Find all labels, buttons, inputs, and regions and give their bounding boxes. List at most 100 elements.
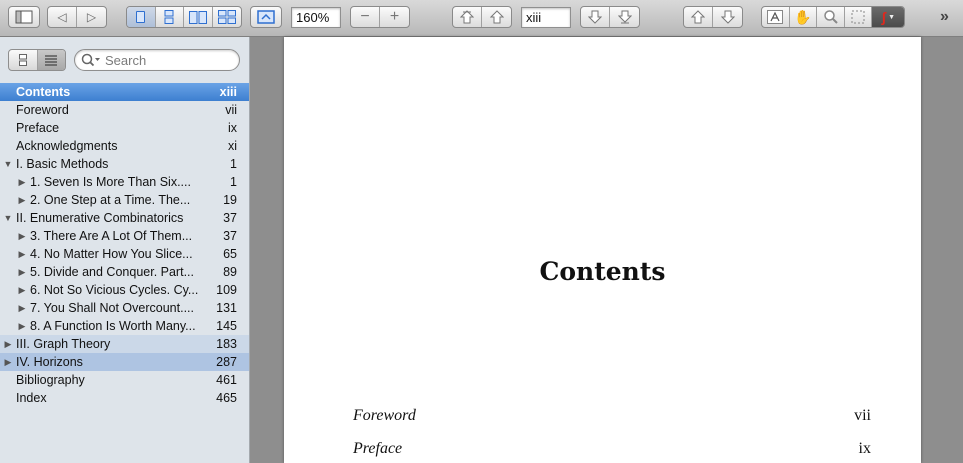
outline-item[interactable]: ▶ 3. There Are A Lot Of Them... 37 <box>0 227 249 245</box>
toc-entry[interactable]: Preface ix <box>353 440 871 462</box>
outline-item-label: 4. No Matter How You Slice... <box>30 247 193 261</box>
outline-item-label: Acknowledgments <box>16 139 118 153</box>
outline-item-page: 109 <box>216 283 237 297</box>
outline-item-label: 1. Seven Is More Than Six.... <box>30 175 191 189</box>
next-page-button[interactable] <box>581 7 611 27</box>
outline-view-button[interactable] <box>37 50 65 70</box>
zoom-segment: − + <box>350 6 410 28</box>
forward-button[interactable]: ▷ <box>77 7 106 27</box>
outline-item[interactable]: ▶ 8. A Function Is Worth Many... 145 <box>0 317 249 335</box>
outline-item[interactable]: ▼ II. Enumerative Combinatorics 37 <box>0 209 249 227</box>
single-page-icon <box>136 11 146 23</box>
sidebar-view-toggle <box>8 49 66 71</box>
disclosure-collapsed-icon[interactable]: ▶ <box>17 245 27 263</box>
disclosure-collapsed-icon[interactable]: ▶ <box>17 227 27 245</box>
outline-item[interactable]: ▶ 1. Seven Is More Than Six.... 1 <box>0 173 249 191</box>
outline-item[interactable]: ▶ 7. You Shall Not Overcount.... 131 <box>0 299 249 317</box>
search-input[interactable] <box>105 52 225 68</box>
pdf-page: Contents Foreword vii Preface ix <box>284 37 921 463</box>
toc-entry[interactable]: Foreword vii <box>353 407 871 429</box>
outline-item[interactable]: ▼ I. Basic Methods 1 <box>0 155 249 173</box>
page-back-segment <box>452 6 512 28</box>
outline-item[interactable]: ▶ 5. Divide and Conquer. Part... 89 <box>0 263 249 281</box>
scroll-tool-button[interactable]: ✋ <box>790 7 818 27</box>
text-tool-button[interactable] <box>762 7 790 27</box>
toc-entry-title: Preface <box>353 440 403 457</box>
plus-icon: + <box>389 8 400 25</box>
disclosure-collapsed-icon[interactable]: ▶ <box>17 173 27 191</box>
annotate-tool-button[interactable]: ʃ ▼ <box>872 7 904 27</box>
disclosure-collapsed-icon[interactable]: ▶ <box>17 281 27 299</box>
outline-item[interactable]: ▶ 6. Not So Vicious Cycles. Cy... 109 <box>0 281 249 299</box>
disclosure-collapsed-icon[interactable]: ▶ <box>17 263 27 281</box>
back-button[interactable]: ◁ <box>48 7 78 27</box>
text-select-icon <box>767 10 784 24</box>
outline-item[interactable]: ▶ IV. Horizons 287 <box>0 353 249 371</box>
outline-item-page: xiii <box>219 85 237 99</box>
disclosure-collapsed-icon[interactable]: ▶ <box>17 317 27 335</box>
auto-size-button[interactable] <box>250 6 282 28</box>
outline-item-label: Preface <box>16 121 60 135</box>
outline-item-label: Bibliography <box>16 373 85 387</box>
first-page-button[interactable] <box>453 7 483 27</box>
outline-item-label: Foreword <box>16 103 69 117</box>
disclosure-expanded-icon[interactable]: ▼ <box>3 155 13 173</box>
outline-item[interactable]: ▶ 2. One Step at a Time. The... 19 <box>0 191 249 209</box>
disclosure-collapsed-icon[interactable]: ▶ <box>3 335 13 353</box>
magnifier-icon <box>823 10 838 24</box>
page-number-field[interactable] <box>521 7 571 28</box>
outline-item-label: 5. Divide and Conquer. Part... <box>30 265 194 279</box>
single-page-button[interactable] <box>127 7 156 27</box>
outline-item[interactable]: Contents xiii <box>0 83 249 101</box>
dropdown-arrow-icon: ▼ <box>888 13 896 21</box>
outline-item[interactable]: Acknowledgments xi <box>0 137 249 155</box>
outline-item-label: IV. Horizons <box>16 355 83 369</box>
continuous-scroll-button[interactable] <box>156 7 184 27</box>
disclosure-collapsed-icon[interactable]: ▶ <box>17 299 27 317</box>
history-back-button[interactable] <box>684 7 714 27</box>
zoom-out-button[interactable]: − <box>351 7 381 27</box>
two-pages-button[interactable] <box>184 7 213 27</box>
outline-item[interactable]: Preface ix <box>0 119 249 137</box>
outline-item[interactable]: Index 465 <box>0 389 249 407</box>
two-pages-continuous-button[interactable] <box>213 7 241 27</box>
sidebar-toggle-button[interactable] <box>8 6 40 28</box>
disclosure-expanded-icon[interactable]: ▼ <box>3 209 13 227</box>
outline-item-label: 3. There Are A Lot Of Them... <box>30 229 193 243</box>
outline-item-page: 131 <box>216 301 237 315</box>
outline-item[interactable]: Bibliography 461 <box>0 371 249 389</box>
outline-item[interactable]: Foreword vii <box>0 101 249 119</box>
document-view[interactable]: Contents Foreword vii Preface ix <box>250 37 963 463</box>
disclosure-collapsed-icon[interactable]: ▶ <box>3 353 13 371</box>
sidebar: Contents xiii Foreword vii Preface ix Acknowle… <box>0 37 250 463</box>
outline-item-page: 145 <box>216 319 237 333</box>
outline-item-page: 37 <box>223 229 237 243</box>
outline-item-label: 2. One Step at a Time. The... <box>30 193 191 207</box>
zoom-field[interactable] <box>291 7 341 28</box>
search-field[interactable] <box>74 49 240 71</box>
outline-item-page: ix <box>227 121 237 135</box>
fit-screen-icon <box>257 10 275 24</box>
down-arrow-icon <box>720 10 735 24</box>
sidebar-header <box>0 37 249 83</box>
outline-item[interactable]: ▶ III. Graph Theory 183 <box>0 335 249 353</box>
up-arrow-icon <box>489 10 504 24</box>
tool-mode-segment: ✋ ʃ ▼ <box>761 6 905 28</box>
magnify-tool-button[interactable] <box>817 7 845 27</box>
last-page-button[interactable] <box>610 7 639 27</box>
list-icon <box>45 54 58 66</box>
outline-item-page: 1 <box>230 157 237 171</box>
outline-item-page: 89 <box>223 265 237 279</box>
thumbnails-view-button[interactable] <box>9 50 38 70</box>
up-arrow-icon <box>691 10 705 24</box>
outline-list: Contents xiii Foreword vii Preface ix Acknowle… <box>0 83 249 407</box>
history-forward-button[interactable] <box>713 7 742 27</box>
outline-item-label: 7. You Shall Not Overcount.... <box>30 301 194 315</box>
select-tool-button[interactable] <box>845 7 873 27</box>
outline-item[interactable]: ▶ 4. No Matter How You Slice... 65 <box>0 245 249 263</box>
two-pages-icon <box>188 10 207 24</box>
toolbar-overflow-button[interactable]: » <box>940 8 949 26</box>
previous-page-button[interactable] <box>482 7 511 27</box>
zoom-in-button[interactable]: + <box>380 7 409 27</box>
disclosure-collapsed-icon[interactable]: ▶ <box>17 191 27 209</box>
